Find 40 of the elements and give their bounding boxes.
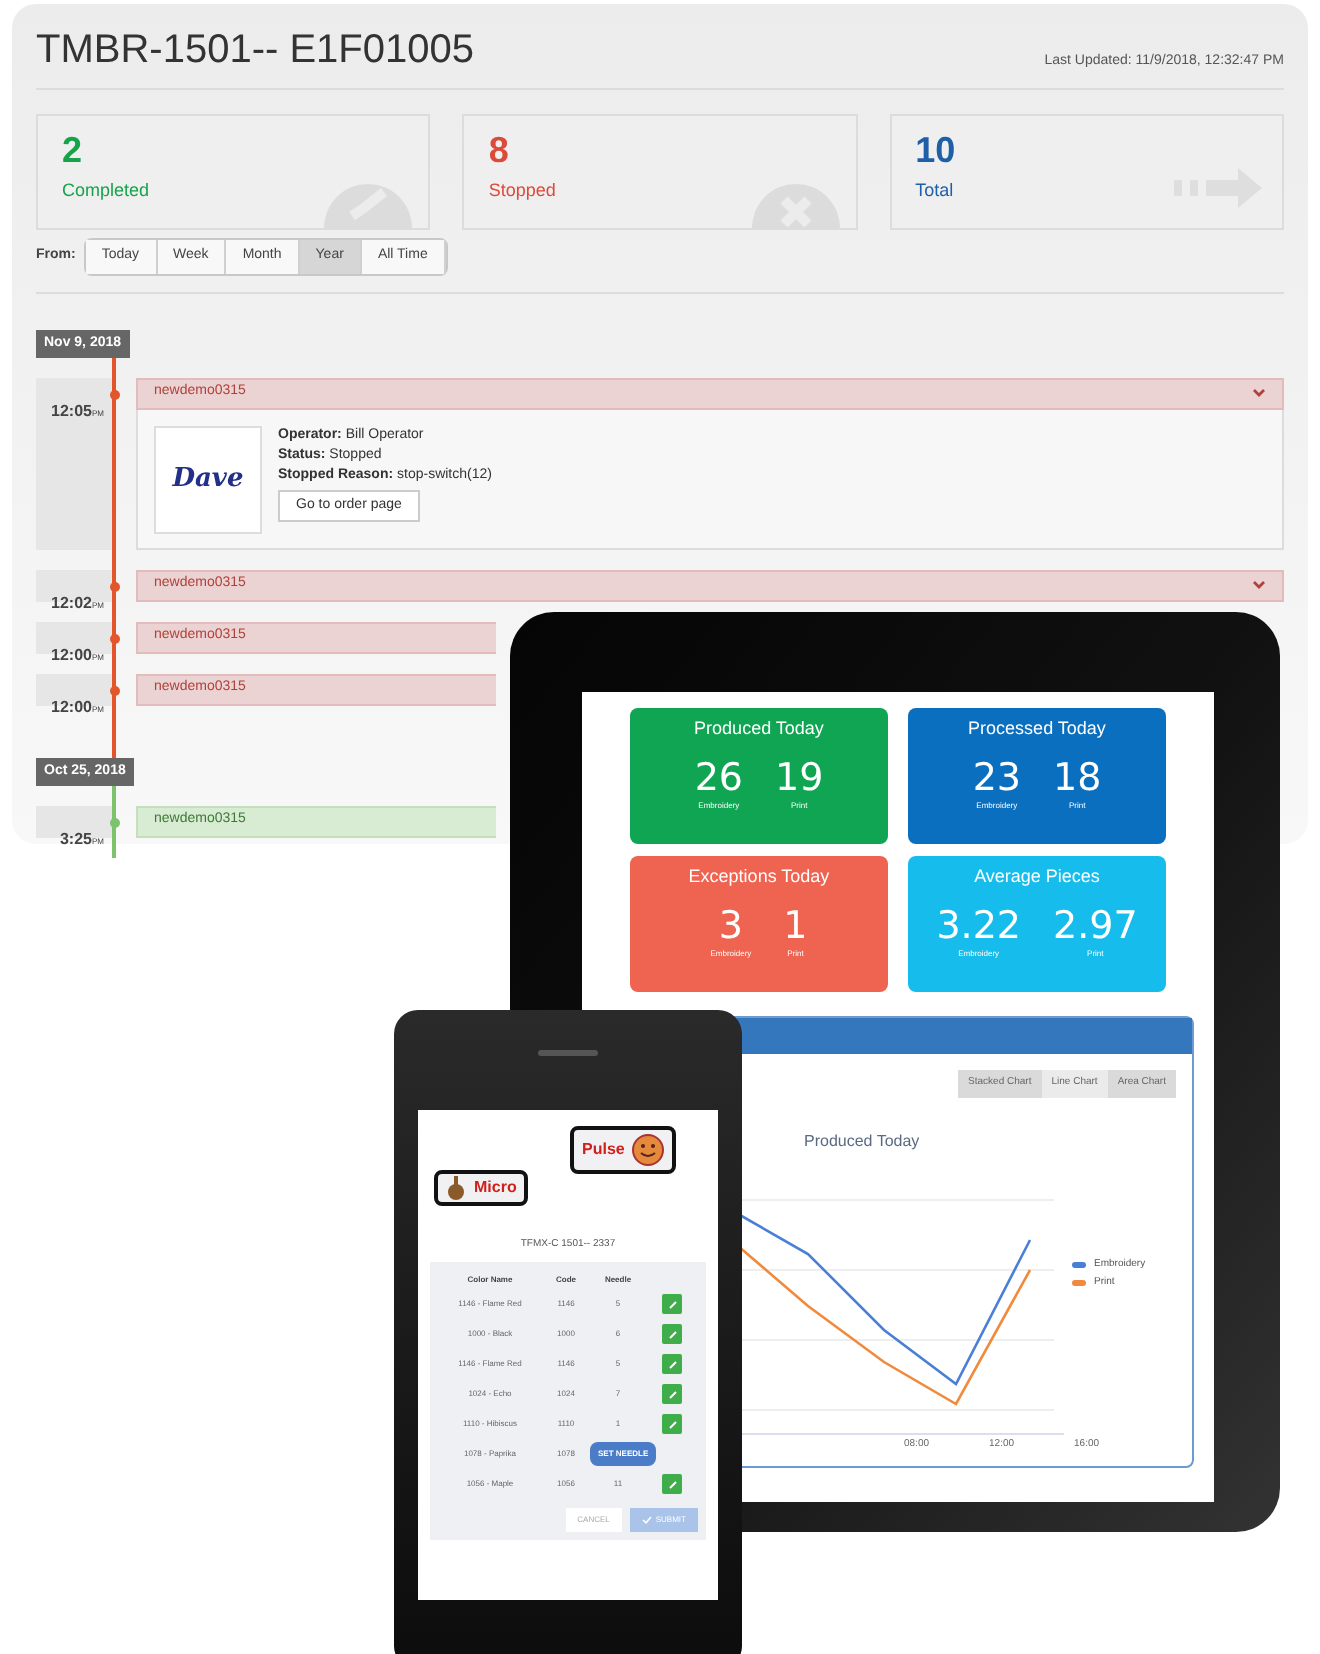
bubble-label: Pulse <box>582 1138 625 1162</box>
edit-button[interactable] <box>662 1294 682 1314</box>
edit-button[interactable] <box>662 1354 682 1374</box>
pencil-icon <box>667 1359 677 1369</box>
edit-button[interactable] <box>662 1474 682 1494</box>
stat-label: Completed <box>62 178 150 204</box>
tile-value: 2.97 <box>1053 903 1138 947</box>
tile-value: 3.22 <box>936 903 1021 947</box>
tile-value: 3 <box>718 903 743 947</box>
pencil-icon <box>667 1329 677 1339</box>
edit-button[interactable] <box>662 1384 682 1404</box>
chevron-down-icon <box>1252 580 1266 590</box>
page-title: TMBR-1501-- E1F01005 <box>36 26 474 76</box>
tile-title: Average Pieces <box>974 864 1100 890</box>
pencil-icon <box>667 1419 677 1429</box>
chevron-down-icon <box>1252 388 1266 398</box>
chart-title: Produced Today <box>804 1131 920 1149</box>
tile-title: Produced Today <box>694 716 824 742</box>
tile-value: 23 <box>972 755 1021 799</box>
logo-text: Dave <box>172 461 244 498</box>
stat-value: 2 <box>62 128 85 174</box>
tile-value: 19 <box>775 755 824 799</box>
tile-value: 26 <box>694 755 743 799</box>
stat-value: 8 <box>488 128 511 174</box>
stat-label: Stopped <box>488 178 556 204</box>
edit-button[interactable] <box>662 1324 682 1344</box>
bubble-label: Micro <box>474 1176 517 1200</box>
stat-label: Total <box>915 178 954 204</box>
tile-value: 18 <box>1053 755 1102 799</box>
pencil-icon <box>667 1479 677 1489</box>
check-icon <box>641 1515 652 1523</box>
tile-value: 1 <box>783 903 808 947</box>
pencil-icon <box>667 1299 677 1309</box>
tile-title: Processed Today <box>968 716 1106 742</box>
stat-value: 10 <box>915 128 958 174</box>
edit-button[interactable] <box>662 1414 682 1434</box>
smiley-icon <box>632 1134 665 1166</box>
tile-title: Exceptions Today <box>688 864 830 890</box>
phone-speaker <box>538 1050 598 1056</box>
pencil-icon <box>667 1389 677 1399</box>
